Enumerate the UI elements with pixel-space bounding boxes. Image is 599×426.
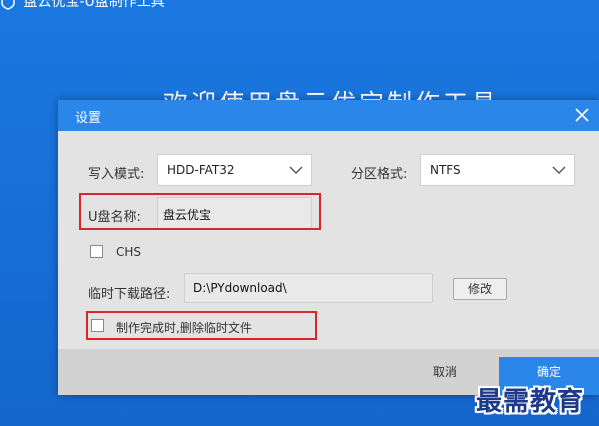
watermark: 最需教育 (476, 387, 585, 417)
temp-path-label: 临时下载路径: (88, 287, 171, 302)
chs-checkbox[interactable] (90, 245, 103, 258)
partition-format-value: NTFS (430, 163, 461, 177)
delete-temp-highlight (86, 311, 317, 340)
write-mode-label: 写入模式: (88, 167, 145, 182)
partition-format-label: 分区格式: (351, 167, 408, 182)
close-icon (575, 108, 589, 122)
edit-path-button[interactable]: 修改 (453, 278, 507, 300)
close-button[interactable] (571, 104, 593, 126)
dialog-title: 设置 (75, 111, 102, 126)
chevron-down-icon (552, 166, 566, 174)
chevron-down-icon (289, 166, 303, 174)
settings-dialog: 设置 写入模式: HDD-FAT32 分区格式: NTFS U盘名称: 盘云优宝… (58, 100, 599, 395)
write-mode-value: HDD-FAT32 (167, 163, 235, 177)
partition-format-select[interactable]: NTFS (420, 154, 575, 186)
cancel-button[interactable]: 取消 (433, 363, 457, 380)
app-title: 盘云优宝-U盘制作工具 (23, 0, 165, 10)
temp-path-input[interactable]: D:\PYdownload\ (184, 273, 433, 303)
app-title-bar: 盘云优宝-U盘制作工具 (0, 0, 165, 13)
usb-name-highlight (79, 193, 321, 230)
dialog-titlebar: 设置 (58, 100, 599, 131)
chs-label: CHS (116, 245, 142, 259)
app-logo-icon (1, 0, 15, 10)
temp-path-value: D:\PYdownload\ (193, 281, 287, 295)
write-mode-select[interactable]: HDD-FAT32 (157, 154, 312, 186)
